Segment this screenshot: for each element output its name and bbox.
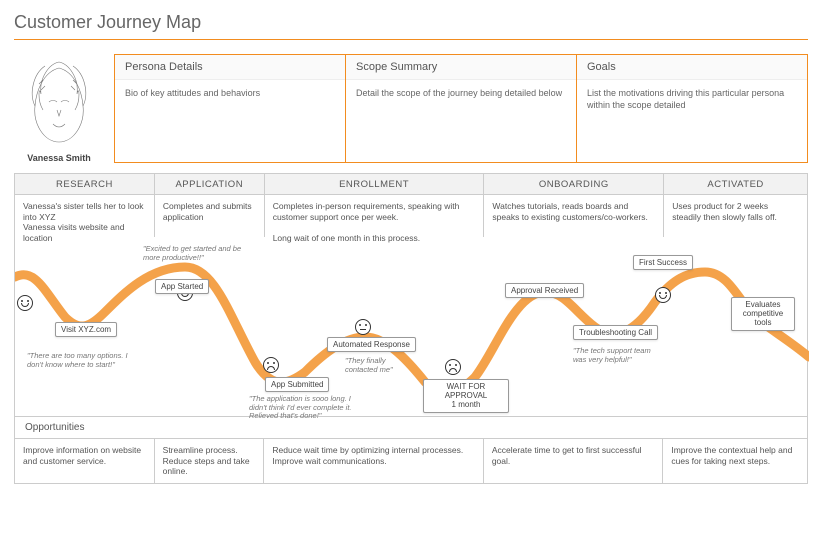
phases-header-row: RESEARCH APPLICATION ENROLLMENT ONBOARDI… (14, 173, 808, 195)
details-grid: Persona Details Bio of key attitudes and… (114, 54, 808, 163)
touchpoint-evaluates-line2: competitive tools (743, 309, 783, 327)
touchpoint-evaluates-line1: Evaluates (745, 300, 780, 309)
emotion-happy-icon (17, 295, 33, 311)
phase-head-enrollment: ENROLLMENT (265, 174, 485, 195)
desc-activated: Uses product for 2 weeks steadily then s… (664, 195, 808, 237)
persona-portrait (19, 54, 99, 149)
touchpoint-wait-line1: WAIT FOR APPROVAL (445, 382, 488, 400)
emotion-happy-icon (655, 287, 671, 303)
touchpoint-automated-response: Automated Response (327, 337, 416, 352)
desc-research: Vanessa's sister tells her to look into … (15, 195, 155, 237)
touchpoint-wait-for-approval: WAIT FOR APPROVAL 1 month (423, 379, 509, 413)
opp-application: Streamline process. Reduce steps and tak… (155, 439, 265, 483)
details-col-goals: Goals List the motivations driving this … (577, 55, 807, 162)
opportunities-box: Opportunities Improve information on web… (14, 417, 808, 484)
opp-activated: Improve the contextual help and cues for… (663, 439, 807, 483)
touchpoint-first-success: First Success (633, 255, 693, 270)
quote-onboarding: "The tech support team was very helpful!… (573, 347, 663, 364)
opportunities-row: Improve information on website and custo… (15, 439, 807, 483)
phases-desc-row: Vanessa's sister tells her to look into … (14, 195, 808, 237)
top-row: Vanessa Smith Persona Details Bio of key… (14, 54, 808, 163)
desc-enrollment: Completes in-person requirements, speaki… (265, 195, 485, 237)
details-head-scope: Scope Summary (346, 55, 576, 80)
emotion-sad-icon (445, 359, 461, 375)
details-col-persona: Persona Details Bio of key attitudes and… (115, 55, 346, 162)
touchpoint-app-submitted: App Submitted (265, 377, 329, 392)
quote-research: "There are too many options. I don't kno… (27, 352, 137, 369)
page-title: Customer Journey Map (14, 12, 808, 33)
opp-onboarding: Accelerate time to get to first successf… (484, 439, 664, 483)
quote-enrollment: "They finally contacted me" (345, 357, 405, 374)
touchpoint-evaluates-tools: Evaluates competitive tools (731, 297, 795, 331)
phase-head-research: RESEARCH (15, 174, 155, 195)
divider-orange (14, 39, 808, 40)
persona-name: Vanessa Smith (14, 153, 104, 163)
touchpoint-app-started: App Started (155, 279, 209, 294)
touchpoint-visit-site: Visit XYZ.com (55, 322, 117, 337)
opp-enrollment: Reduce wait time by optimizing internal … (264, 439, 483, 483)
persona-box: Vanessa Smith (14, 54, 104, 163)
touchpoint-approval-received: Approval Received (505, 283, 584, 298)
emotion-sad-icon (263, 357, 279, 373)
details-body-persona: Bio of key attitudes and behaviors (115, 80, 345, 124)
emotion-neutral-icon (355, 319, 371, 335)
opportunities-heading: Opportunities (15, 417, 807, 439)
details-body-scope: Detail the scope of the journey being de… (346, 80, 576, 124)
desc-onboarding: Watches tutorials, reads boards and spea… (484, 195, 664, 237)
details-body-goals: List the motivations driving this partic… (577, 80, 807, 135)
touchpoint-troubleshooting: Troubleshooting Call (573, 325, 658, 340)
touchpoint-wait-line2: 1 month (452, 400, 481, 409)
details-head-goals: Goals (577, 55, 807, 80)
phase-head-onboarding: ONBOARDING (484, 174, 664, 195)
quote-application-top: "Excited to get started and be more prod… (143, 245, 253, 262)
opp-research: Improve information on website and custo… (15, 439, 155, 483)
phase-head-activated: ACTIVATED (664, 174, 808, 195)
details-head-persona: Persona Details (115, 55, 345, 80)
journey-area: Visit XYZ.com App Started App Submitted … (14, 237, 808, 417)
phase-head-application: APPLICATION (155, 174, 265, 195)
desc-application: Completes and submits application (155, 195, 265, 237)
details-col-scope: Scope Summary Detail the scope of the jo… (346, 55, 577, 162)
quote-application-bottom: "The application is sooo long. I didn't … (249, 395, 369, 421)
